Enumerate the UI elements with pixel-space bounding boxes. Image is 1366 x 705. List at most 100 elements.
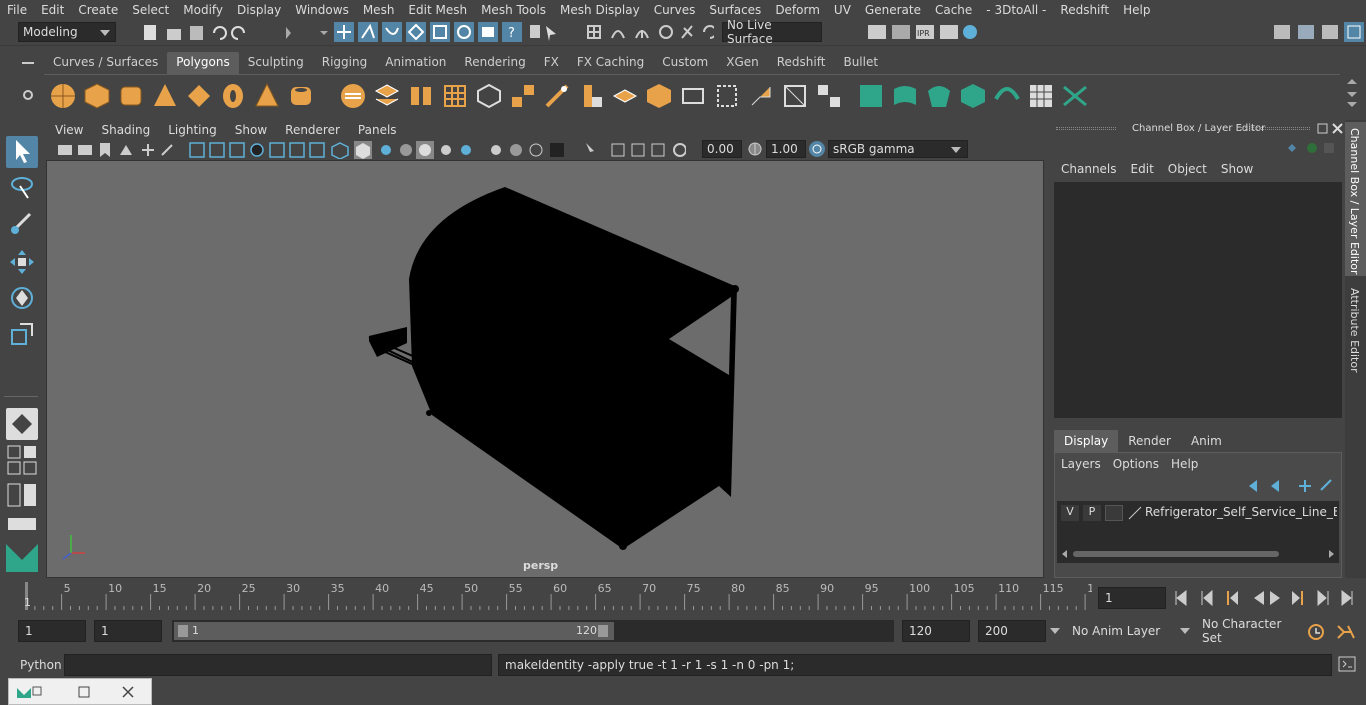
- playback-start-field[interactable]: 1: [94, 620, 162, 642]
- bullet-grid-icon[interactable]: [1028, 83, 1054, 109]
- bridge-icon[interactable]: [510, 83, 536, 109]
- menu-modify[interactable]: Modify: [176, 3, 230, 17]
- range-slider-handle[interactable]: 1 120: [174, 622, 614, 640]
- mode-dropdown[interactable]: Modeling: [18, 22, 116, 42]
- tab-fx[interactable]: FX: [535, 52, 568, 74]
- bevel-icon[interactable]: [578, 83, 604, 109]
- extract-icon[interactable]: [408, 83, 434, 109]
- current-frame-field[interactable]: 1: [1098, 587, 1166, 609]
- append-icon[interactable]: [646, 83, 672, 109]
- viewport-menu-panels[interactable]: Panels: [349, 123, 406, 137]
- panel-window-controls[interactable]: [1316, 122, 1344, 136]
- menu-curves[interactable]: Curves: [647, 3, 703, 17]
- bullet-rigid-icon[interactable]: [858, 83, 884, 109]
- bullet-soft-icon[interactable]: [926, 83, 952, 109]
- viewport-menu-show[interactable]: Show: [226, 123, 276, 137]
- menu-3dtoall[interactable]: - 3DtoAll -: [979, 3, 1053, 17]
- selection-mask-icons[interactable]: ?: [334, 22, 564, 44]
- rotate-tool[interactable]: [6, 282, 38, 314]
- script-editor-icon[interactable]: [1338, 656, 1358, 674]
- scale-tool[interactable]: [6, 318, 38, 350]
- end-frame-field[interactable]: 200: [978, 620, 1046, 642]
- select-tool[interactable]: [6, 136, 38, 168]
- viewport-menu-shading[interactable]: Shading: [92, 123, 159, 137]
- uv-planar-icon[interactable]: [680, 83, 706, 109]
- viewport-menu-lighting[interactable]: Lighting: [159, 123, 226, 137]
- lasso-tool[interactable]: [6, 172, 38, 204]
- live-surface-field[interactable]: No Live Surface: [722, 18, 822, 46]
- playback-end-field[interactable]: 120: [902, 620, 970, 642]
- render-icons[interactable]: IPR: [866, 22, 986, 44]
- uv-layout-icon[interactable]: [816, 83, 842, 109]
- range-slider[interactable]: 1 120: [172, 620, 894, 642]
- workspace-icons[interactable]: [1270, 22, 1366, 44]
- poly-cylinder-icon[interactable]: [118, 83, 144, 109]
- bullet-constraint-icon[interactable]: [1062, 83, 1088, 109]
- cb-menu-show[interactable]: Show: [1214, 162, 1260, 180]
- uv-auto-icon[interactable]: [748, 83, 774, 109]
- layer-menu-help[interactable]: Help: [1165, 457, 1204, 475]
- menu-mesh[interactable]: Mesh: [356, 3, 402, 17]
- layer-tab-render[interactable]: Render: [1118, 430, 1181, 452]
- tab-xgen[interactable]: XGen: [717, 52, 768, 74]
- tab-animation[interactable]: Animation: [376, 52, 455, 74]
- anim-layer-dropdown[interactable]: No Anim Layer: [1066, 620, 1178, 642]
- tab-curves-surfaces[interactable]: Curves / Surfaces: [44, 52, 167, 74]
- menu-help[interactable]: Help: [1116, 3, 1157, 17]
- tab-rigging[interactable]: Rigging: [313, 52, 376, 74]
- menu-display[interactable]: Display: [230, 3, 288, 17]
- layer-action-icons[interactable]: [1247, 477, 1339, 495]
- poly-plane-icon[interactable]: [186, 83, 212, 109]
- cb-menu-edit[interactable]: Edit: [1124, 162, 1161, 180]
- layer-row[interactable]: V P Refrigerator_Self_Service_Line_Eleme…: [1057, 503, 1339, 523]
- file-tools-icons[interactable]: [140, 23, 340, 43]
- menu-cache[interactable]: Cache: [928, 3, 979, 17]
- menu-generate[interactable]: Generate: [858, 3, 928, 17]
- script-language-label[interactable]: Python: [20, 658, 62, 672]
- menu-mesh-display[interactable]: Mesh Display: [553, 3, 647, 17]
- soft-select-tool[interactable]: [6, 408, 38, 440]
- poly-cube-icon[interactable]: [84, 83, 110, 109]
- tab-sculpting[interactable]: Sculpting: [239, 52, 313, 74]
- uv-cylindrical-icon[interactable]: [714, 83, 740, 109]
- character-set-dropdown[interactable]: No Character Set: [1196, 617, 1300, 645]
- channel-list[interactable]: [1054, 182, 1342, 418]
- uv-editor-icon[interactable]: [782, 83, 808, 109]
- merge-icon[interactable]: [612, 83, 638, 109]
- cb-menu-object[interactable]: Object: [1161, 162, 1214, 180]
- combine-icon[interactable]: [340, 83, 366, 109]
- tab-attribute-editor[interactable]: Attribute Editor: [1345, 284, 1366, 374]
- extrude-icon[interactable]: [476, 83, 502, 109]
- gamma-field[interactable]: 1.00: [766, 140, 806, 158]
- layer-name[interactable]: Refrigerator_Self_Service_Line_Elemen: [1145, 505, 1337, 519]
- layer-menu-layers[interactable]: Layers: [1055, 457, 1107, 475]
- exposure-field[interactable]: 0.00: [702, 140, 742, 158]
- layer-visibility-toggle[interactable]: V: [1061, 505, 1079, 521]
- layer-tab-display[interactable]: Display: [1054, 430, 1119, 452]
- color-management-icon[interactable]: [808, 140, 826, 158]
- cb-menu-channels[interactable]: Channels: [1054, 162, 1124, 180]
- anim-prefs-icons[interactable]: [1306, 622, 1360, 642]
- menu-select[interactable]: Select: [125, 3, 176, 17]
- menu-deform[interactable]: Deform: [768, 3, 827, 17]
- layer-playback-toggle[interactable]: P: [1083, 505, 1101, 521]
- menu-redshift[interactable]: Redshift: [1053, 3, 1116, 17]
- maximize-icon[interactable]: [77, 685, 91, 699]
- bullet-cloth-icon[interactable]: [994, 83, 1020, 109]
- color-space-dropdown[interactable]: sRGB gamma: [828, 140, 968, 158]
- tab-channel-box[interactable]: Channel Box / Layer Editor: [1345, 122, 1366, 276]
- refrigerator-model[interactable]: [47, 161, 1043, 577]
- tab-fx-caching[interactable]: FX Caching: [568, 52, 653, 74]
- poly-pyramid-icon[interactable]: [254, 83, 280, 109]
- layer-tab-anim[interactable]: Anim: [1181, 430, 1232, 452]
- tab-polygons[interactable]: Polygons: [167, 52, 239, 74]
- shelf-side-controls[interactable]: [18, 56, 38, 116]
- viewport-toolbar-icons[interactable]: [56, 141, 686, 159]
- tab-rendering[interactable]: Rendering: [455, 52, 534, 74]
- snap-icons[interactable]: [584, 22, 714, 44]
- poly-cone-icon[interactable]: [152, 83, 178, 109]
- bullet-passive-icon[interactable]: [892, 83, 918, 109]
- poly-pipe-icon[interactable]: [288, 83, 314, 109]
- tab-redshift[interactable]: Redshift: [768, 52, 835, 74]
- smooth-icon[interactable]: [442, 83, 468, 109]
